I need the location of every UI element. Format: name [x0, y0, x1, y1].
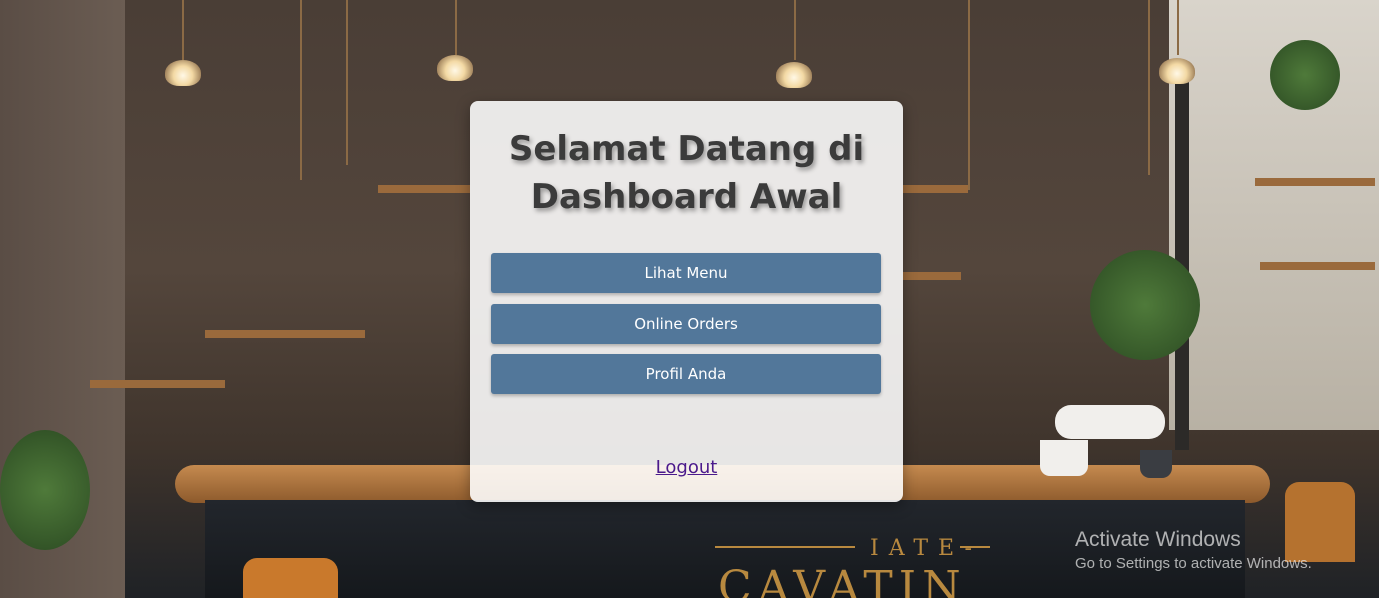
background-plant: [1090, 250, 1200, 360]
watermark-subtitle: Go to Settings to activate Windows.: [1075, 555, 1312, 572]
online-orders-button[interactable]: Online Orders: [491, 304, 881, 344]
title-line-1: Selamat Datang di: [508, 129, 865, 169]
background-plant: [1270, 40, 1340, 110]
lihat-menu-button[interactable]: Lihat Menu: [491, 253, 881, 293]
lamp-cord: [346, 0, 348, 165]
background-cup: [1040, 440, 1088, 476]
sign-line: [715, 546, 855, 548]
background-shelf: [90, 380, 225, 388]
profil-anda-button[interactable]: Profil Anda: [491, 354, 881, 394]
cafe-sign-large-text: CAVATIN: [718, 562, 967, 598]
cafe-sign-small-text: IATE-: [870, 536, 982, 561]
pendant-lamp: [776, 62, 812, 88]
lamp-cord: [794, 0, 796, 60]
lamp-cord: [300, 0, 302, 180]
background-shelf: [903, 185, 968, 193]
lamp-cord: [968, 0, 970, 190]
lamp-cord: [455, 0, 457, 55]
pendant-lamp: [165, 60, 201, 86]
lamp-cord: [182, 0, 184, 60]
pendant-lamp: [437, 55, 473, 81]
background-plant: [0, 430, 90, 550]
logout-link[interactable]: Logout: [470, 457, 903, 478]
background-chair: [243, 558, 338, 598]
page-title: Selamat Datang di Dashboard Awal: [490, 125, 883, 221]
background-shelf: [1255, 178, 1375, 186]
lamp-cord: [1148, 0, 1150, 175]
pendant-lamp: [1159, 58, 1195, 84]
lamp-cord: [1177, 0, 1179, 55]
dashboard-card: Selamat Datang di Dashboard Awal Lihat M…: [470, 101, 903, 502]
background-cup: [1140, 450, 1172, 478]
background-cups-stack: [1055, 405, 1165, 439]
background-shelf: [1260, 262, 1375, 270]
watermark-title: Activate Windows: [1075, 528, 1241, 551]
background-shelf: [205, 330, 365, 338]
background-shelf: [378, 185, 470, 193]
background-shelf: [903, 272, 961, 280]
title-line-2: Dashboard Awal: [530, 177, 843, 217]
windows-activation-watermark: Activate Windows Go to Settings to activ…: [1075, 528, 1312, 572]
